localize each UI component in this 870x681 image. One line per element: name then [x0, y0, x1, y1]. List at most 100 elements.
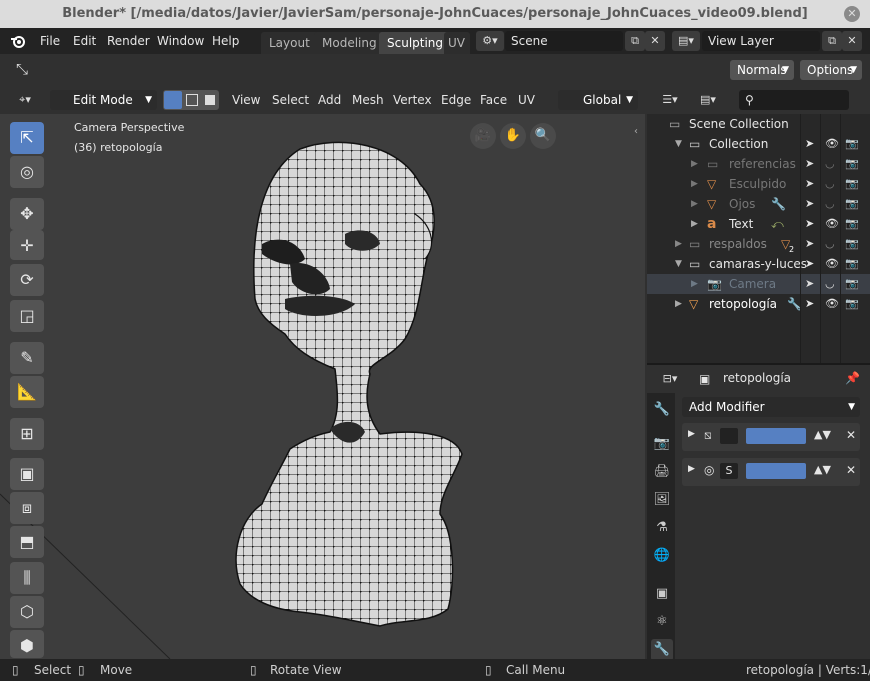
modifier-name-field[interactable]: S: [720, 463, 738, 479]
viewport-menu-edge[interactable]: Edge: [441, 86, 471, 114]
camera-view-icon[interactable]: 🎥: [470, 123, 496, 149]
translate-tool-icon[interactable]: ✛: [10, 230, 44, 260]
hidden-eye-icon[interactable]: ◡: [825, 234, 835, 254]
move-tool-button-icon[interactable]: ✥: [10, 198, 44, 230]
render-tab-icon[interactable]: 📷: [651, 433, 673, 455]
annotate-tool-icon[interactable]: ✎: [10, 342, 44, 374]
scene-copy-icon[interactable]: ⧉: [625, 31, 645, 51]
vertex-select-icon[interactable]: [164, 91, 182, 109]
outliner-row-esculpido[interactable]: ▶ ▽ Esculpido ➤ ◡ 📷: [647, 174, 870, 194]
outliner-search-input[interactable]: ⚲: [739, 90, 849, 110]
particles-tab-icon[interactable]: ⚛: [651, 611, 673, 633]
view-layer-copy-icon[interactable]: ⧉: [822, 31, 842, 51]
render-camera-icon[interactable]: 📷: [845, 194, 859, 214]
view-layer-field[interactable]: View Layer: [702, 31, 820, 51]
hidden-eye-icon[interactable]: ◡: [825, 174, 835, 194]
select-arrow-icon[interactable]: ➤: [805, 154, 814, 174]
editor-type-icon[interactable]: ⌖▾: [8, 90, 42, 110]
inset-tool-icon[interactable]: ⧈: [10, 492, 44, 524]
knife-tool-icon[interactable]: ⬡: [10, 596, 44, 628]
properties-editor-type-icon[interactable]: ⊟▾: [655, 369, 685, 389]
tab-sculpting[interactable]: Sculpting: [379, 32, 452, 54]
view-layer-browse-icon[interactable]: ▤▾: [672, 31, 700, 51]
loop-cut-tool-icon[interactable]: ⫼: [10, 562, 44, 594]
add-modifier-dropdown[interactable]: Add Modifier ▼: [682, 397, 860, 417]
mode-dropdown[interactable]: Edit Mode ▼: [50, 90, 157, 110]
blender-logo-icon[interactable]: [10, 33, 26, 49]
add-cube-tool-icon[interactable]: ⊞: [10, 418, 44, 450]
scale-tool-icon[interactable]: ◲: [10, 300, 44, 332]
expand-arrow-icon[interactable]: ▶: [675, 294, 682, 314]
select-arrow-icon[interactable]: ➤: [805, 254, 814, 274]
rotate-tool-icon[interactable]: ⟳: [10, 264, 44, 296]
move-up-down-icon[interactable]: ▲▼: [814, 463, 831, 476]
select-arrow-icon[interactable]: ➤: [805, 194, 814, 214]
modifier-name-field[interactable]: [720, 428, 738, 444]
outliner-row-respaldos[interactable]: ▶ ▭ respaldos ▽ 2 ➤ ◡ 📷: [647, 234, 870, 254]
select-arrow-icon[interactable]: ➤: [805, 174, 814, 194]
expand-arrow-icon[interactable]: ▶: [675, 234, 682, 254]
transform-orientation-dropdown[interactable]: Global ▼: [558, 90, 638, 110]
render-camera-icon[interactable]: 📷: [845, 294, 859, 314]
modifier-expand-arrow-icon[interactable]: ▶: [688, 464, 695, 474]
expand-arrow-icon[interactable]: ▶: [691, 174, 698, 194]
outliner-row-collection[interactable]: ▼ ▭ Collection ➤ 👁 📷: [647, 134, 870, 154]
options-dropdown[interactable]: Options ▼: [800, 60, 862, 80]
render-camera-icon[interactable]: 📷: [845, 254, 859, 274]
tab-uv[interactable]: UV: [444, 32, 470, 54]
render-camera-icon[interactable]: 📷: [845, 214, 859, 234]
select-arrow-icon[interactable]: ➤: [805, 274, 814, 294]
scene-name-field[interactable]: Scene: [505, 31, 623, 51]
visibility-eye-icon[interactable]: 👁: [825, 254, 839, 274]
viewport-menu-select[interactable]: Select: [272, 86, 309, 114]
render-camera-icon[interactable]: 📷: [845, 234, 859, 254]
expand-arrow-icon[interactable]: ▼: [675, 134, 682, 154]
zoom-magnifier-icon[interactable]: 🔍: [530, 123, 556, 149]
measure-tool-icon[interactable]: 📐: [10, 376, 44, 408]
normals-dropdown[interactable]: Normals ▼: [730, 60, 794, 80]
expand-arrow-icon[interactable]: ▶: [691, 214, 698, 234]
viewport-menu-add[interactable]: Add: [318, 86, 341, 114]
outliner-row-retopologia[interactable]: ▶ ▽ retopología 🔧 ➤ 👁 📷: [647, 294, 870, 314]
outliner-editor-type-icon[interactable]: ☰▾: [655, 90, 685, 110]
scene-browse-icon[interactable]: ⚙▾: [476, 31, 504, 51]
visibility-eye-icon[interactable]: 👁: [825, 134, 839, 154]
viewport-menu-uv[interactable]: UV: [518, 86, 535, 114]
outliner-row-referencias[interactable]: ▶ ▭ referencias ➤ ◡ 📷: [647, 154, 870, 174]
face-select-icon[interactable]: [201, 91, 219, 109]
expand-arrow-icon[interactable]: ▶: [691, 274, 698, 294]
visibility-eye-icon[interactable]: 👁: [825, 214, 839, 234]
move-up-down-icon[interactable]: ▲▼: [814, 428, 831, 441]
window-close-button[interactable]: ✕: [844, 6, 860, 22]
menu-render[interactable]: Render: [107, 28, 150, 54]
world-tab-icon[interactable]: 🌐: [651, 545, 673, 567]
remove-modifier-icon[interactable]: ✕: [846, 463, 856, 477]
bevel-tool-icon[interactable]: ⬒: [10, 526, 44, 558]
expand-arrow-icon[interactable]: ▶: [691, 154, 698, 174]
output-tab-icon[interactable]: 🖨: [651, 461, 673, 483]
edge-select-icon[interactable]: [183, 91, 201, 109]
viewport-menu-vertex[interactable]: Vertex: [393, 86, 432, 114]
viewport-menu-view[interactable]: View: [232, 86, 260, 114]
outliner-row-scene-collection[interactable]: ▭ Scene Collection: [647, 114, 870, 134]
outliner-row-text[interactable]: ▶ a Text ⤺ ➤ 👁 📷: [647, 214, 870, 234]
visibility-eye-icon[interactable]: 👁: [825, 294, 839, 314]
viewport-menu-mesh[interactable]: Mesh: [352, 86, 384, 114]
poly-build-tool-icon[interactable]: ⬢: [10, 630, 44, 658]
render-camera-icon[interactable]: 📷: [845, 154, 859, 174]
select-arrow-icon[interactable]: ➤: [805, 234, 814, 254]
tab-layout[interactable]: Layout: [261, 32, 318, 54]
render-camera-icon[interactable]: 📷: [845, 134, 859, 154]
modifier-expand-arrow-icon[interactable]: ▶: [688, 429, 695, 439]
outliner-row-camera[interactable]: ▶ 📷 Camera ➤ ◡ 📷: [647, 274, 870, 294]
hidden-eye-icon[interactable]: ◡: [825, 194, 835, 214]
view-layer-close-icon[interactable]: ✕: [842, 31, 862, 51]
modifier-display-toggles[interactable]: [746, 428, 806, 444]
hidden-eye-icon[interactable]: ◡: [825, 274, 835, 294]
sidebar-toggle-icon[interactable]: ‹: [634, 126, 645, 142]
render-camera-icon[interactable]: 📷: [845, 174, 859, 194]
tool-tab-icon[interactable]: 🔧: [651, 399, 673, 421]
modifier-display-toggles[interactable]: [746, 463, 806, 479]
display-mode-icon[interactable]: ▤▾: [693, 90, 723, 110]
tab-modeling[interactable]: Modeling: [314, 32, 385, 54]
